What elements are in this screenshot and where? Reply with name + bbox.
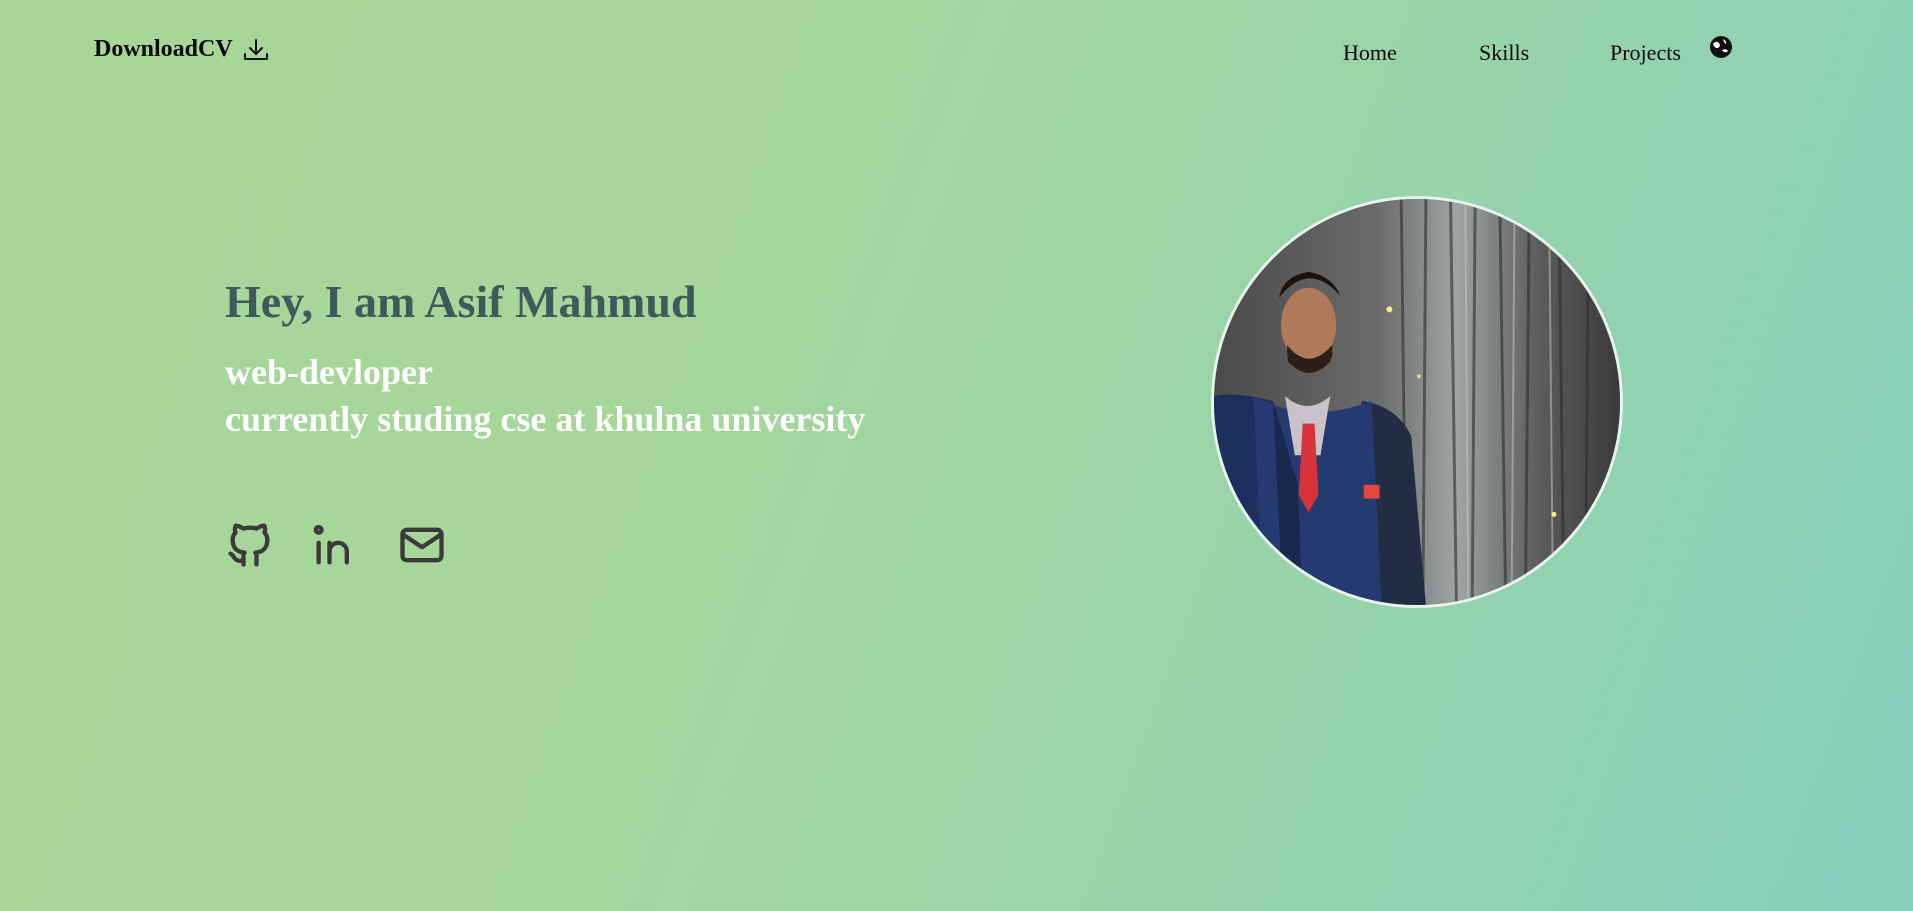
linkedin-icon[interactable] (310, 519, 362, 571)
hero-role: web-devloper (225, 352, 433, 392)
hero-education: currently studing cse at khulna universi… (225, 399, 866, 439)
nav-projects-link[interactable]: Projects (1610, 40, 1681, 66)
mail-icon[interactable] (396, 519, 448, 571)
theme-toggle-icon[interactable] (1709, 35, 1733, 59)
nav-skills-link[interactable]: Skills (1479, 40, 1529, 66)
download-icon (242, 37, 270, 63)
github-icon[interactable] (224, 519, 276, 571)
profile-photo (1211, 196, 1623, 608)
nav-home-link[interactable]: Home (1343, 40, 1397, 66)
hero-heading: Hey, I am Asif Mahmud (225, 276, 697, 327)
download-cv-label: DownloadCV (94, 36, 233, 62)
download-cv-link[interactable]: DownloadCV (94, 36, 270, 63)
